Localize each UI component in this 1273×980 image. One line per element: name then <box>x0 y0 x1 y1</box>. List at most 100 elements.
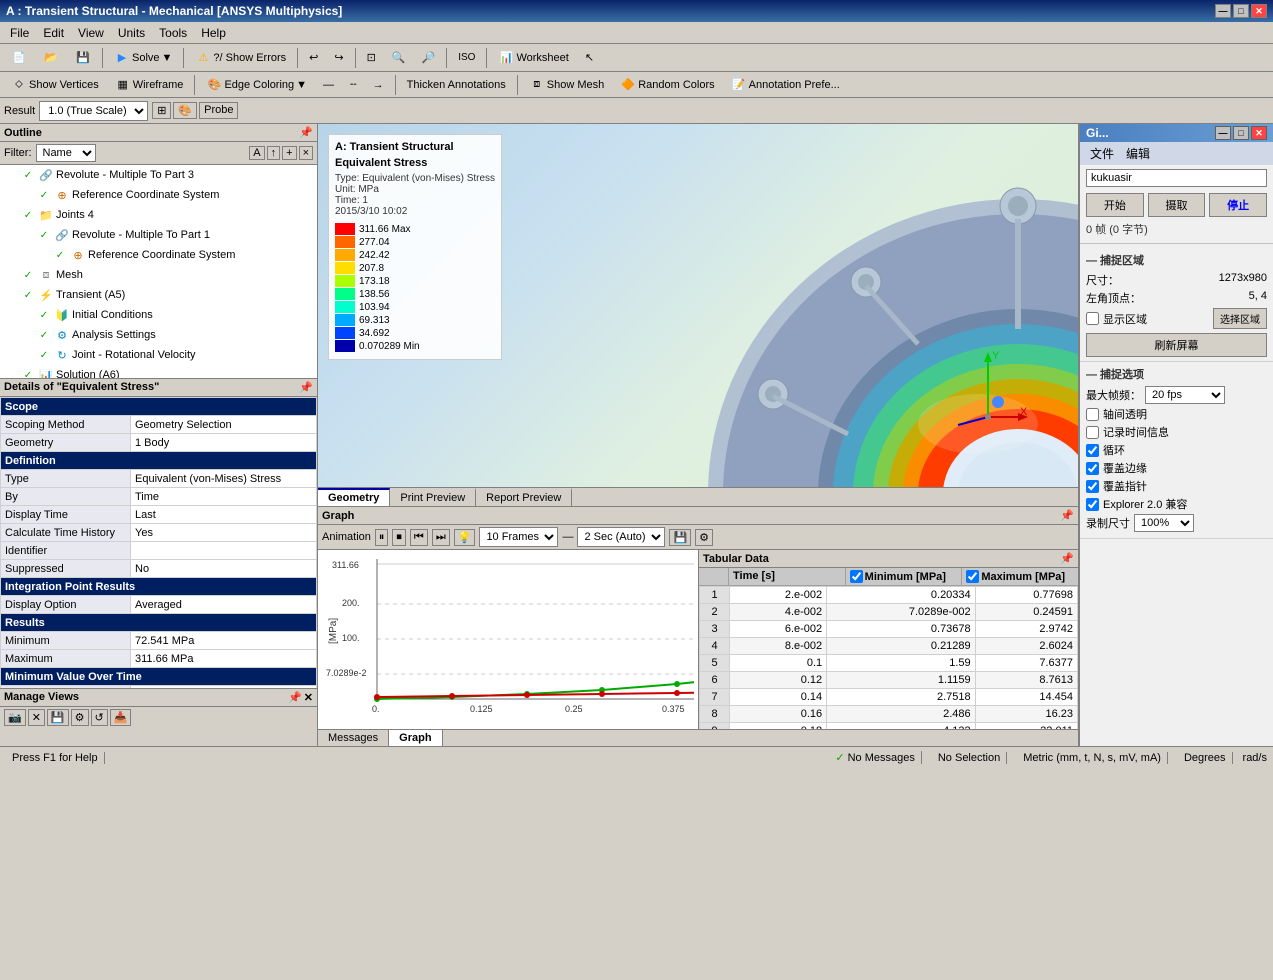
anim-export-btn[interactable]: 💾 <box>669 529 691 546</box>
tree-item-initial[interactable]: ✓ 🔰 Initial Conditions <box>0 305 317 325</box>
new-btn[interactable]: 📄 <box>4 46 34 70</box>
frame-fwd-btn[interactable]: ⏭ <box>432 529 450 546</box>
minimize-btn[interactable]: — <box>1215 4 1231 18</box>
arrow-btn[interactable]: → <box>366 73 391 97</box>
filter-icon3[interactable]: + <box>282 146 296 160</box>
open-btn[interactable]: 📂 <box>36 46 66 70</box>
color-icon[interactable]: 🎨 <box>173 102 197 119</box>
show-vertices-btn[interactable]: ⬦ Show Vertices <box>4 73 106 97</box>
right-maximize-btn[interactable]: □ <box>1233 126 1249 140</box>
zoom-extents-btn[interactable]: ⊡ <box>360 46 383 70</box>
extract-btn[interactable]: 摄取 <box>1148 193 1206 217</box>
probe-icon[interactable]: Probe <box>199 102 238 119</box>
settings-icon[interactable]: ⚙ <box>71 709 89 726</box>
tab-report-preview[interactable]: Report Preview <box>476 488 572 506</box>
tab-graph[interactable]: Graph <box>389 730 442 746</box>
camera-icon[interactable]: 📷 <box>4 709 26 726</box>
cursor-btn[interactable]: ↖ <box>578 46 601 70</box>
tree-item-refcoord2[interactable]: ✓ ⊕ Reference Coordinate System <box>0 245 317 265</box>
show-mesh-btn[interactable]: ⧈ Show Mesh <box>522 73 611 97</box>
stop-btn[interactable]: 停止 <box>1209 193 1267 217</box>
worksheet-btn[interactable]: 📊 Worksheet <box>491 46 575 70</box>
zoom-in-btn[interactable]: 🔍 <box>385 46 413 70</box>
solve-btn[interactable]: ▶ Solve ▼ <box>107 46 179 70</box>
tree-item-solution[interactable]: ✓ 📊 Solution (A6) <box>0 365 317 378</box>
stop-btn[interactable]: ⏹ <box>392 529 406 546</box>
cover-pointer-checkbox[interactable] <box>1086 480 1099 493</box>
line-btn2[interactable]: ╌ <box>343 73 364 97</box>
cover-edge-checkbox[interactable] <box>1086 462 1099 475</box>
menu-units[interactable]: Units <box>112 24 151 42</box>
record-time-checkbox[interactable] <box>1086 426 1099 439</box>
frame-back-btn[interactable]: ⏮ <box>410 529 428 546</box>
manage-views-pin-icon[interactable]: 📌 <box>288 691 302 704</box>
tab-print-preview[interactable]: Print Preview <box>390 488 476 506</box>
tab-messages[interactable]: Messages <box>318 730 389 746</box>
tree-item-transient[interactable]: ✓ ⚡ Transient (A5) <box>0 285 317 305</box>
menu-edit[interactable]: Edit <box>37 24 70 42</box>
right-sub-edit[interactable]: 编辑 <box>1122 144 1154 163</box>
frames-select[interactable]: 10 Frames <box>479 527 558 547</box>
menu-tools[interactable]: Tools <box>153 24 193 42</box>
delete-icon[interactable]: ✕ <box>28 709 45 726</box>
play-btn[interactable]: ⏸ <box>375 529 389 546</box>
explorer-checkbox[interactable] <box>1086 498 1099 511</box>
iso-btn[interactable]: ISO <box>451 46 482 70</box>
tree-item-revolute1[interactable]: ✓ 🔗 Revolute - Multiple To Part 3 <box>0 165 317 185</box>
fps-select[interactable]: 20 fps <box>1145 386 1225 404</box>
manage-views-close-icon[interactable]: ✕ <box>304 691 313 704</box>
menu-help[interactable]: Help <box>195 24 232 42</box>
menu-view[interactable]: View <box>72 24 110 42</box>
redo-btn[interactable]: ↪ <box>327 46 350 70</box>
outline-pin-icon[interactable]: 📌 <box>299 126 313 139</box>
tab-geometry[interactable]: Geometry <box>318 488 390 506</box>
show-area-checkbox[interactable] <box>1086 312 1099 325</box>
refresh-screen-btn[interactable]: 刷新屏幕 <box>1086 333 1267 357</box>
select-area-btn[interactable]: 选择区域 <box>1213 308 1267 329</box>
wireframe-btn[interactable]: ▦ Wireframe <box>108 73 191 97</box>
annotation-btn[interactable]: 📝 Annotation Prefe... <box>724 73 847 97</box>
filter-icon1[interactable]: A <box>249 146 264 160</box>
right-username-input[interactable] <box>1086 169 1267 187</box>
tree-item-refcoord1[interactable]: ✓ ⊕ Reference Coordinate System <box>0 185 317 205</box>
tree-item-joints4[interactable]: ✓ 📁 Joints 4 <box>0 205 317 225</box>
details-pin-icon[interactable]: 📌 <box>299 381 313 394</box>
close-btn[interactable]: ✕ <box>1251 4 1267 18</box>
anim-options-btn[interactable]: ⚙ <box>695 529 713 546</box>
record-size-select[interactable]: 100% <box>1134 514 1194 532</box>
duration-select[interactable]: 2 Sec (Auto) <box>577 527 665 547</box>
max-col-checkbox[interactable] <box>966 570 979 583</box>
filter-name-select[interactable]: Name <box>36 144 96 162</box>
filter-icon4[interactable]: × <box>299 146 313 160</box>
undo-btn[interactable]: ↩ <box>302 46 325 70</box>
result-scale-dropdown[interactable]: 1.0 (True Scale) <box>39 101 148 121</box>
tabular-pin-icon[interactable]: 📌 <box>1060 552 1074 565</box>
start-btn[interactable]: 开始 <box>1086 193 1144 217</box>
import-icon[interactable]: 📥 <box>110 709 132 726</box>
line-btn1[interactable]: — <box>316 73 341 97</box>
right-close-btn[interactable]: ✕ <box>1251 126 1267 140</box>
scale-icon[interactable]: ⊞ <box>152 102 171 119</box>
thicken-btn[interactable]: Thicken Annotations <box>400 73 513 97</box>
graph-pin-icon[interactable]: 📌 <box>1060 509 1074 522</box>
anim-settings-icon[interactable]: 💡 <box>454 529 476 546</box>
save-btn[interactable]: 💾 <box>68 46 98 70</box>
loop-checkbox[interactable] <box>1086 444 1099 457</box>
tree-item-revolute2[interactable]: ✓ 🔗 Revolute - Multiple To Part 1 <box>0 225 317 245</box>
tree-item-joint-rot[interactable]: ✓ ↻ Joint - Rotational Velocity <box>0 345 317 365</box>
menu-file[interactable]: File <box>4 24 35 42</box>
tree-item-analysis[interactable]: ✓ ⚙ Analysis Settings <box>0 325 317 345</box>
show-errors-btn[interactable]: ⚠ ?/ Show Errors <box>188 46 293 70</box>
right-minimize-btn[interactable]: — <box>1215 126 1231 140</box>
maximize-btn[interactable]: □ <box>1233 4 1249 18</box>
random-colors-btn[interactable]: 🔶 Random Colors <box>613 73 721 97</box>
filter-icon2[interactable]: ↑ <box>267 146 281 160</box>
refresh-icon[interactable]: ↺ <box>91 709 108 726</box>
min-col-checkbox[interactable] <box>850 570 863 583</box>
transparent-checkbox[interactable] <box>1086 408 1099 421</box>
export-icon[interactable]: 💾 <box>47 709 69 726</box>
tree-item-mesh[interactable]: ✓ ⧈ Mesh <box>0 265 317 285</box>
edge-coloring-btn[interactable]: 🎨 Edge Coloring ▼ <box>199 73 314 97</box>
right-sub-file[interactable]: 文件 <box>1086 144 1118 163</box>
zoom-out-btn[interactable]: 🔎 <box>415 46 443 70</box>
